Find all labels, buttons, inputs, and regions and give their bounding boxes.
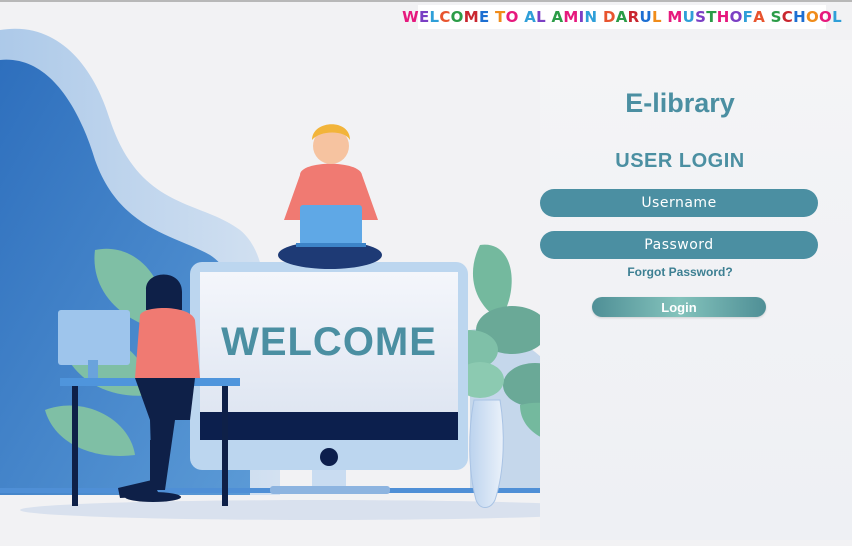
banner-letter: T: [706, 8, 717, 26]
banner-letter: L: [651, 8, 662, 26]
banner-letter: H: [793, 8, 806, 26]
banner-letter: F: [742, 8, 754, 26]
banner-letter: E: [478, 8, 490, 26]
password-input[interactable]: [540, 231, 818, 259]
login-button[interactable]: Login: [592, 297, 766, 317]
man-figure: [278, 124, 382, 269]
monitor-welcome-text: WELCOME: [221, 320, 437, 364]
banner-letter: L: [832, 8, 842, 26]
banner-letter: A: [753, 8, 766, 26]
banner-letter: O: [450, 8, 464, 26]
banner-letter: A: [551, 8, 564, 26]
banner-letter: E: [418, 8, 430, 26]
login-title: USER LOGIN: [615, 150, 745, 172]
app-title: E-library: [625, 88, 735, 118]
banner-letter: M: [563, 8, 579, 26]
banner-letter: W: [402, 8, 419, 26]
banner-letter: U: [682, 8, 696, 26]
banner-letter: O: [805, 8, 819, 26]
banner-letter: O: [729, 8, 743, 26]
banner-letter: N: [584, 8, 598, 26]
banner-letter: L: [536, 8, 546, 26]
banner-letter: O: [819, 8, 833, 26]
banner-letter: T: [495, 8, 506, 26]
banner-letter: M: [463, 8, 479, 26]
banner-letter: A: [615, 8, 628, 26]
welcome-banner: WELCOME TO AL AMIN DARUL MUSTHOFA SCHOOL: [402, 5, 842, 29]
banner-letter: U: [639, 8, 652, 26]
banner-letter: A: [524, 8, 537, 26]
banner-letter: S: [695, 8, 707, 26]
username-input[interactable]: [540, 189, 818, 217]
banner-letter: R: [627, 8, 640, 26]
top-border: [0, 0, 852, 2]
banner-letter: L: [429, 8, 440, 26]
banner-letter: C: [781, 8, 794, 26]
forgot-password-link[interactable]: Forgot Password?: [560, 265, 800, 279]
banner-letter: S: [770, 8, 782, 26]
banner-letter: M: [667, 8, 683, 26]
banner-letter: C: [439, 8, 451, 26]
banner-letter: H: [716, 8, 730, 26]
banner-letter: D: [602, 8, 616, 26]
banner-letter: O: [505, 8, 519, 26]
